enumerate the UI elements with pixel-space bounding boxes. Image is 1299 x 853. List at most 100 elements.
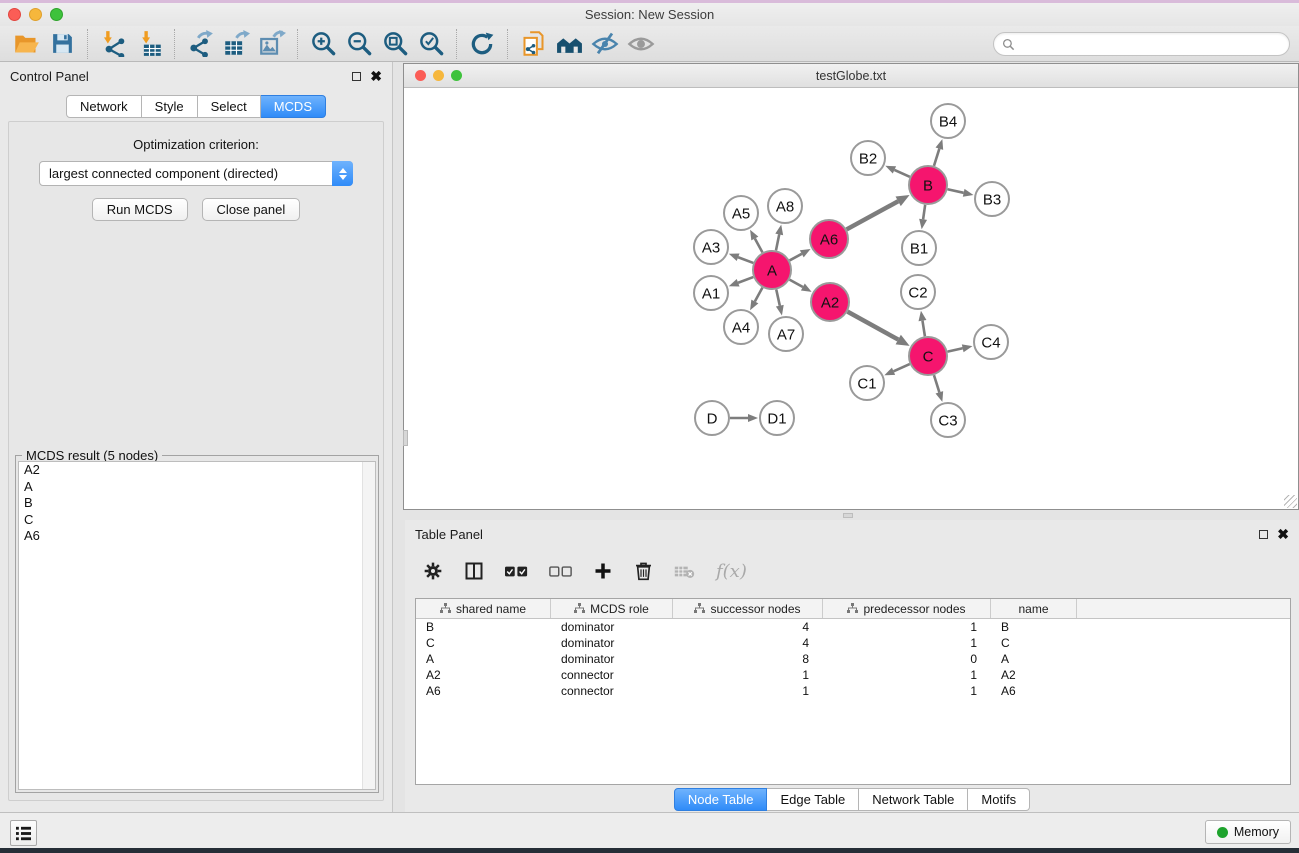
zoom-selected-button[interactable]	[413, 28, 449, 60]
select-all-columns-button[interactable]	[505, 565, 528, 578]
zoom-out-button[interactable]	[341, 28, 377, 60]
graph-edge-A-A4[interactable]	[750, 288, 762, 311]
graph-edge-A6-B[interactable]	[847, 195, 910, 229]
graph-edge-A-A8[interactable]	[775, 225, 783, 251]
graph-node-C[interactable]: C	[909, 337, 947, 375]
export-network-button[interactable]	[182, 28, 218, 60]
graph-node-B2[interactable]: B2	[851, 141, 885, 175]
cell-predecessor-nodes[interactable]: 1	[823, 636, 991, 650]
hide-selected-button[interactable]	[587, 28, 623, 60]
close-panel-icon[interactable]: ✖	[370, 71, 382, 81]
graph-node-A4[interactable]: A4	[724, 310, 758, 344]
table-row[interactable]: A6connector11A6	[416, 683, 1290, 699]
zoom-fit-button[interactable]	[377, 28, 413, 60]
float-panel-icon[interactable]	[352, 72, 361, 81]
tab-motifs[interactable]: Motifs	[968, 788, 1030, 811]
column-header-predecessor-nodes[interactable]: predecessor nodes	[823, 599, 991, 618]
cell-MCDS-role[interactable]: dominator	[551, 636, 673, 650]
network-graph[interactable]: B4B2BB3A8A5A6A3B1AC2A1A2A4A7C4CC1C3DD1	[404, 88, 1298, 509]
graph-node-B[interactable]: B	[909, 166, 947, 204]
import-network-button[interactable]	[95, 28, 131, 60]
criterion-dropdown[interactable]: largest connected component (directed)	[39, 161, 353, 186]
search-field[interactable]	[993, 32, 1290, 56]
graph-edge-C-C1[interactable]	[884, 364, 909, 375]
apply-layout-button[interactable]	[464, 28, 500, 60]
graph-node-C2[interactable]: C2	[901, 275, 935, 309]
horizontal-splitter-handle[interactable]	[843, 513, 853, 518]
cell-MCDS-role[interactable]: dominator	[551, 620, 673, 634]
result-item[interactable]: B	[19, 495, 375, 512]
table-row[interactable]: Cdominator41C	[416, 635, 1290, 651]
graph-edge-A-A7[interactable]	[776, 290, 784, 316]
cell-name[interactable]: A	[991, 652, 1077, 666]
cell-MCDS-role[interactable]: connector	[551, 668, 673, 682]
column-header-name[interactable]: name	[991, 599, 1077, 618]
show-all-button[interactable]	[551, 28, 587, 60]
tab-style[interactable]: Style	[142, 95, 198, 118]
graph-node-D[interactable]: D	[695, 401, 729, 435]
graph-node-B3[interactable]: B3	[975, 182, 1009, 216]
node-table[interactable]: shared nameMCDS rolesuccessor nodesprede…	[415, 598, 1291, 785]
float-panel-icon[interactable]	[1259, 530, 1268, 539]
result-item[interactable]: A	[19, 479, 375, 496]
graph-edge-C-C2[interactable]	[919, 311, 927, 336]
memory-button[interactable]: Memory	[1205, 820, 1291, 844]
network-view-window[interactable]: testGlobe.txt B4B2BB3A8A5A6A3B1AC2A1A2A4…	[403, 63, 1299, 510]
split-view-button[interactable]	[464, 561, 484, 581]
graph-edge-A-A2[interactable]	[790, 280, 812, 292]
graph-edge-D-D1[interactable]	[730, 414, 758, 422]
cell-name[interactable]: A6	[991, 684, 1077, 698]
result-scrollbar[interactable]	[362, 462, 375, 789]
cell-predecessor-nodes[interactable]: 0	[823, 652, 991, 666]
table-row[interactable]: Bdominator41B	[416, 619, 1290, 635]
graph-node-A6[interactable]: A6	[810, 220, 848, 258]
cell-shared-name[interactable]: A6	[416, 684, 551, 698]
tab-network[interactable]: Network	[66, 95, 142, 118]
network-from-selection-button[interactable]	[515, 28, 551, 60]
graph-edge-B-B1[interactable]	[919, 205, 927, 229]
graph-node-A5[interactable]: A5	[724, 196, 758, 230]
graph-node-A1[interactable]: A1	[694, 276, 728, 310]
export-table-button[interactable]	[218, 28, 254, 60]
table-row[interactable]: A2connector11A2	[416, 667, 1290, 683]
cell-shared-name[interactable]: B	[416, 620, 551, 634]
save-session-button[interactable]	[44, 28, 80, 60]
close-panel-button[interactable]: Close panel	[202, 198, 301, 221]
graph-edge-C-C3[interactable]	[934, 375, 943, 402]
graph-node-C1[interactable]: C1	[850, 366, 884, 400]
cell-predecessor-nodes[interactable]: 1	[823, 620, 991, 634]
graph-edge-B-B4[interactable]	[934, 139, 943, 166]
cell-shared-name[interactable]: A	[416, 652, 551, 666]
graph-node-D1[interactable]: D1	[760, 401, 794, 435]
cell-MCDS-role[interactable]: connector	[551, 684, 673, 698]
cell-MCDS-role[interactable]: dominator	[551, 652, 673, 666]
graph-node-A2[interactable]: A2	[811, 283, 849, 321]
graph-node-B1[interactable]: B1	[902, 231, 936, 265]
close-panel-icon[interactable]: ✖	[1277, 529, 1289, 539]
graph-edge-C-C4[interactable]	[948, 344, 973, 352]
show-hidden-button[interactable]	[623, 28, 659, 60]
tab-node-table[interactable]: Node Table	[674, 788, 768, 811]
cell-predecessor-nodes[interactable]: 1	[823, 684, 991, 698]
cell-successor-nodes[interactable]: 1	[673, 684, 823, 698]
cell-name[interactable]: C	[991, 636, 1077, 650]
graph-node-A7[interactable]: A7	[769, 317, 803, 351]
zoom-in-button[interactable]	[305, 28, 341, 60]
column-header-shared-name[interactable]: shared name	[416, 599, 551, 618]
table-row[interactable]: Adominator80A	[416, 651, 1290, 667]
run-mcds-button[interactable]: Run MCDS	[92, 198, 188, 221]
vertical-splitter-handle[interactable]	[403, 430, 408, 446]
column-header-successor-nodes[interactable]: successor nodes	[673, 599, 823, 618]
open-session-button[interactable]	[8, 28, 44, 60]
export-image-button[interactable]	[254, 28, 290, 60]
cell-name[interactable]: B	[991, 620, 1077, 634]
cell-predecessor-nodes[interactable]: 1	[823, 668, 991, 682]
graph-node-C3[interactable]: C3	[931, 403, 965, 437]
graph-edge-A-A6[interactable]	[790, 249, 811, 260]
task-history-button[interactable]	[10, 820, 37, 846]
cell-shared-name[interactable]: C	[416, 636, 551, 650]
table-body[interactable]: Bdominator41BCdominator41CAdominator80AA…	[416, 619, 1290, 699]
graph-edge-B-B2[interactable]	[885, 166, 909, 177]
tab-network-table[interactable]: Network Table	[859, 788, 968, 811]
cell-name[interactable]: A2	[991, 668, 1077, 682]
